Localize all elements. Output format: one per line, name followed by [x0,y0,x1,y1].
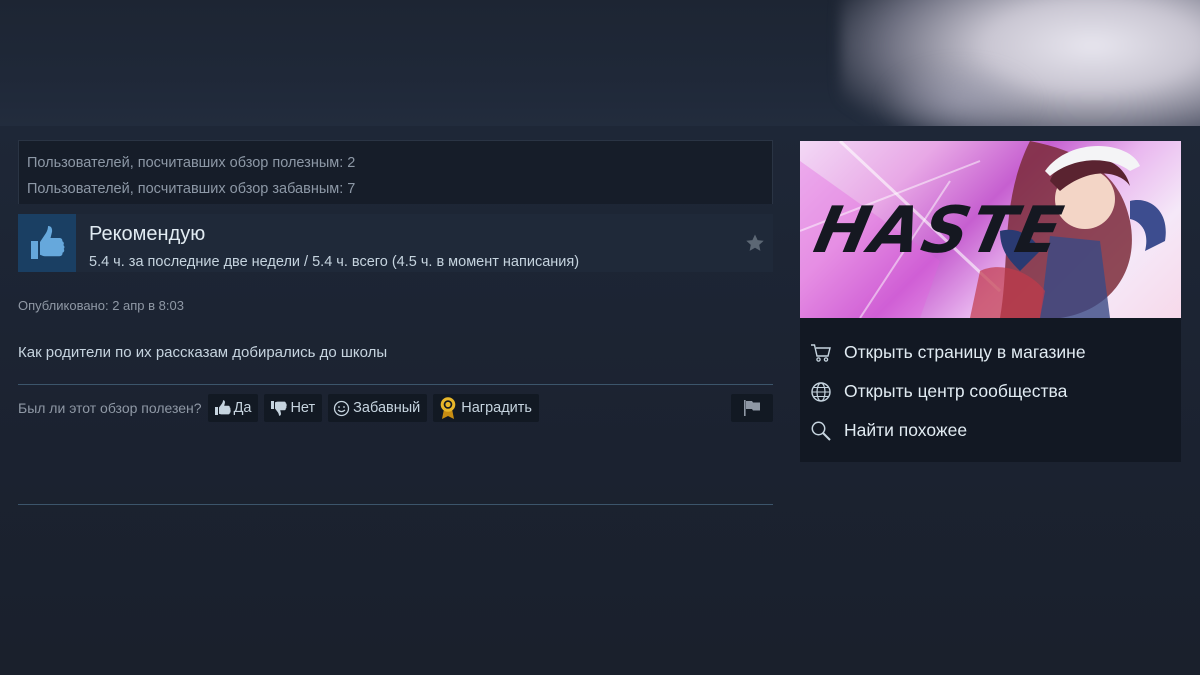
review-rating-summary: Пользователей, посчитавших обзор полезны… [18,140,773,204]
community-hub-label: Открыть центр сообщества [844,381,1068,401]
review-page-content: Пользователей, посчитавших обзор полезны… [0,126,1200,675]
vote-funny-label: Забавный [353,400,421,416]
helpful-count: Пользователей, посчитавших обзор полезны… [27,155,356,171]
posted-date: Опубликовано: 2 апр в 8:03 [18,298,184,313]
star-icon[interactable] [745,233,765,258]
search-icon [811,421,831,441]
review-column: Пользователей, посчитавших обзор полезны… [18,140,773,423]
review-text: Как родители по их рассказам добирались … [18,344,388,361]
vote-question: Был ли этот обзор полезен? [18,400,202,416]
vote-no-button[interactable]: Нет [264,394,323,422]
thumbs-up-icon [18,214,76,272]
award-button[interactable]: Наградить [433,394,539,422]
funny-count: Пользователей, посчитавших обзор забавны… [27,181,356,197]
game-sidebar: HASTE Открыть страницу в магазине Открыт… [800,141,1181,462]
vote-funny-button[interactable]: Забавный [328,394,428,422]
vote-no-label: Нет [290,400,316,416]
divider-bottom [18,504,773,505]
vote-yes-button[interactable]: Да [207,394,259,422]
top-banner [0,0,1200,126]
find-similar-link[interactable]: Найти похожее [800,411,1181,450]
divider [18,384,773,385]
find-similar-label: Найти похожее [844,420,968,440]
cart-icon [811,343,831,362]
store-page-label: Открыть страницу в магазине [844,342,1086,362]
game-capsule-image[interactable]: HASTE [800,141,1181,318]
game-links: Открыть страницу в магазине Открыть цент… [800,318,1181,462]
award-label: Наградить [461,400,532,416]
thumbs-up-icon [214,400,231,415]
smiley-icon [334,400,350,416]
vote-yes-label: Да [233,400,252,416]
globe-icon [811,381,831,402]
community-hub-link[interactable]: Открыть центр сообщества [800,372,1181,411]
report-flag-button[interactable] [731,394,773,422]
award-icon [440,397,456,419]
thumbs-down-icon [271,401,288,416]
recommendation-title: Рекомендую [89,223,206,245]
vote-row: Был ли этот обзор полезен? Да Нет Забавн… [18,393,773,423]
store-page-link[interactable]: Открыть страницу в магазине [800,333,1181,372]
recommendation-header: Рекомендую 5.4 ч. за последние две недел… [18,214,773,272]
game-logo: HASTE [808,194,1071,268]
playtime-hours: 5.4 ч. за последние две недели / 5.4 ч. … [89,254,580,270]
flag-icon [744,400,760,416]
